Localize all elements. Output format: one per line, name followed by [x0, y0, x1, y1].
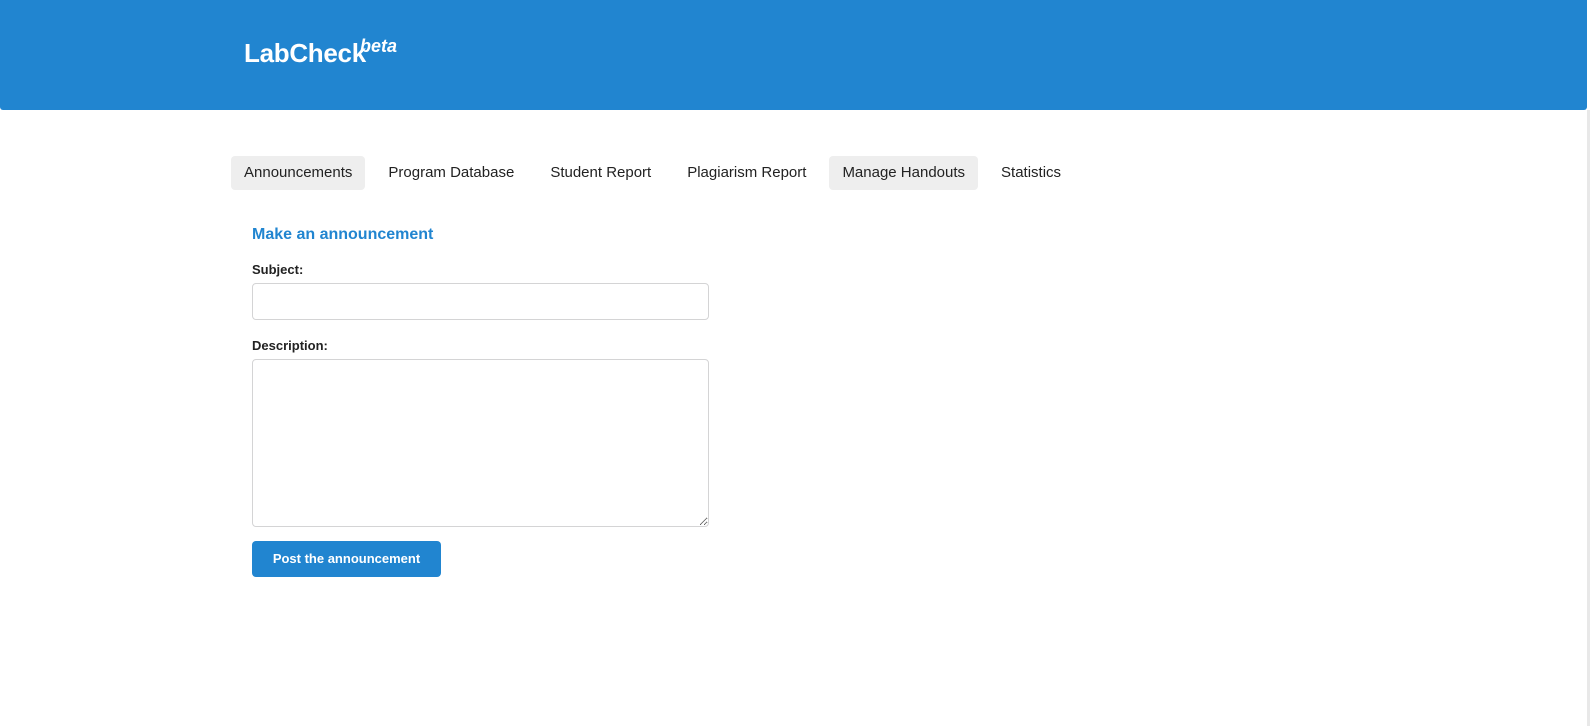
description-textarea[interactable] [252, 359, 709, 527]
form-title: Make an announcement [252, 226, 434, 243]
brand-logo-text[interactable]: LabCheck [244, 38, 366, 69]
tab-manage-handouts[interactable]: Manage Handouts [829, 156, 979, 190]
description-label: Description: [252, 338, 328, 353]
top-header: LabCheck beta [0, 0, 1587, 110]
tab-program-database[interactable]: Program Database [375, 156, 527, 190]
subject-input[interactable] [252, 283, 709, 320]
tab-student-report[interactable]: Student Report [537, 156, 664, 190]
main-tabs: Announcements Program Database Student R… [231, 156, 1084, 190]
subject-label: Subject: [252, 262, 304, 277]
page: LabCheck beta Announcements Program Data… [0, 0, 1590, 726]
post-announcement-button[interactable]: Post the announcement [252, 541, 441, 577]
beta-badge: beta [360, 36, 398, 56]
tab-statistics[interactable]: Statistics [988, 156, 1074, 190]
tab-plagiarism-report[interactable]: Plagiarism Report [674, 156, 819, 190]
tab-announcements[interactable]: Announcements [231, 156, 366, 190]
